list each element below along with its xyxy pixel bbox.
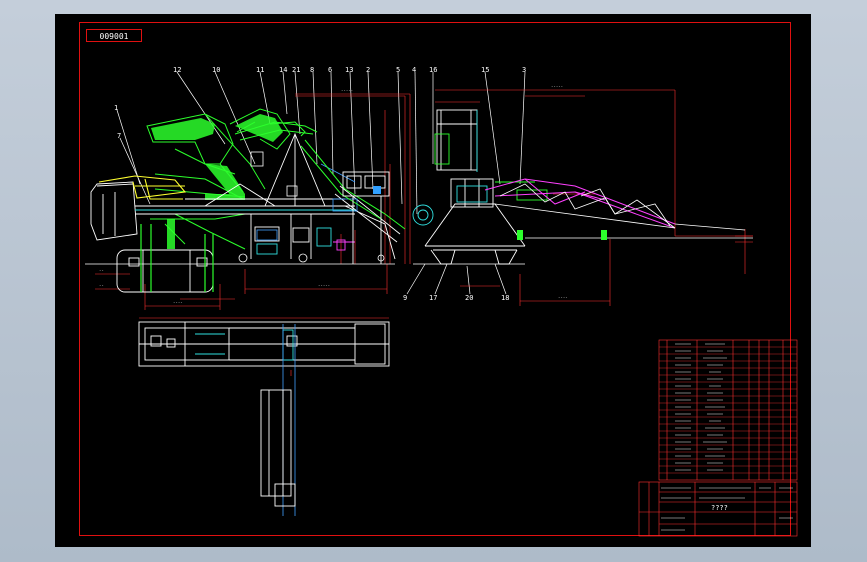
magenta-details <box>333 239 355 251</box>
cabin-fill <box>373 186 381 194</box>
svg-text:-----: ----- <box>318 283 330 288</box>
callout-14: 14 <box>279 66 287 74</box>
svg-text:--: -- <box>99 283 104 288</box>
svg-text:--: -- <box>99 268 104 273</box>
stacker-fill <box>517 230 607 240</box>
tower-structure <box>424 109 526 265</box>
svg-text:----: ---- <box>173 300 183 305</box>
callout-12: 12 <box>173 66 181 74</box>
callout-6: 6 <box>328 66 332 74</box>
stacker-boom <box>484 178 676 229</box>
callout-16: 16 <box>429 66 437 74</box>
left-bucket-yellow <box>98 175 187 200</box>
tower-cyan <box>412 110 488 226</box>
svg-text:----: ---- <box>558 295 568 300</box>
plan-dims <box>139 317 389 376</box>
callout-17: 17 <box>429 294 437 302</box>
drawing-viewport[interactable]: 009001 ----- ----- ----- ---- ---- -- --… <box>55 14 811 547</box>
plan-vertical-conveyor <box>260 389 296 507</box>
callout-7: 7 <box>117 132 121 140</box>
hydraulic-tank <box>116 249 214 293</box>
callout-9: 9 <box>403 294 407 302</box>
callout-11: 11 <box>256 66 264 74</box>
callout-13: 13 <box>345 66 353 74</box>
callout-5: 5 <box>396 66 400 74</box>
cad-drawing: ----- ----- ----- ---- ---- -- -- ???? 1… <box>85 66 798 537</box>
callout-8: 8 <box>310 66 314 74</box>
stacker-truss <box>494 183 746 231</box>
plan-view <box>138 321 390 367</box>
callout-10: 10 <box>212 66 220 74</box>
callout-21: 21 <box>292 66 300 74</box>
callout-1: 1 <box>114 104 118 112</box>
callout-15: 15 <box>481 66 489 74</box>
callout-20: 20 <box>465 294 473 302</box>
title-block-title: ???? <box>711 504 728 512</box>
callout-numbers: 12 10 11 14 21 8 6 13 2 5 4 16 15 3 1 7 … <box>114 66 526 302</box>
left-hopper <box>90 181 138 241</box>
svg-text:-----: ----- <box>341 88 353 93</box>
callout-2: 2 <box>366 66 370 74</box>
plan-cyan <box>195 329 294 361</box>
upper-conveyor <box>234 121 406 230</box>
hidden-lines <box>256 163 358 241</box>
parts-list-rows <box>659 346 797 474</box>
callout-3: 3 <box>522 66 526 74</box>
parts-list-entries <box>675 343 727 471</box>
callout-4: 4 <box>412 66 416 74</box>
rail-line <box>85 237 753 265</box>
callout-18: 18 <box>501 294 509 302</box>
tower-green <box>434 133 548 201</box>
svg-text:-----: ----- <box>551 84 563 89</box>
